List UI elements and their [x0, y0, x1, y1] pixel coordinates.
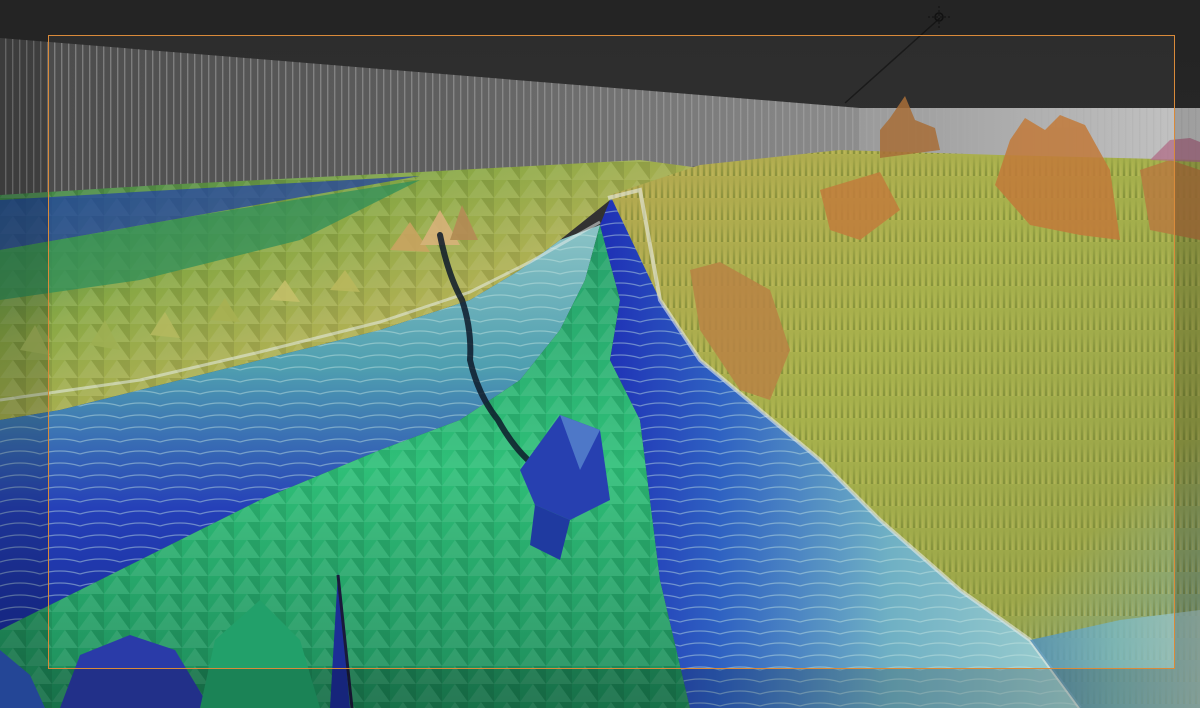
terrain-scene[interactable] — [0, 0, 1200, 708]
3d-viewport[interactable] — [0, 0, 1200, 708]
